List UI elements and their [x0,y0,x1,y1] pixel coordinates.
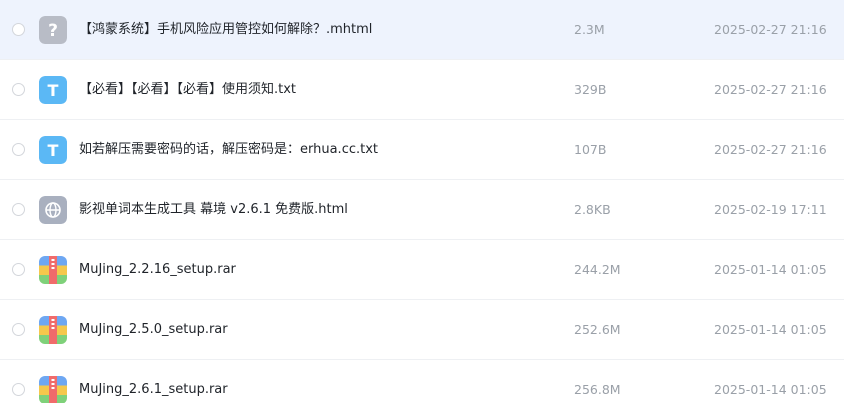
file-size: 244.2M [574,262,621,277]
file-name[interactable]: MuJing_2.6.1_setup.rar [79,381,228,399]
text-file-icon: T [39,136,67,164]
file-list: ? 【鸿蒙系统】手机风险应用管控如何解除？.mhtml 2.3M 2025-02… [0,0,844,403]
file-date: 2025-02-27 21:16 [714,142,827,157]
file-date: 2025-02-19 17:11 [714,202,827,217]
file-row[interactable]: T 如若解压需要密码的话，解压密码是：erhua.cc.txt 107B 202… [0,120,844,180]
archive-file-icon [39,256,67,284]
file-date: 2025-01-14 01:05 [714,382,827,397]
icon-glyph: T [48,141,59,160]
unknown-file-icon: ? [39,16,67,44]
file-row[interactable]: MuJing_2.6.1_setup.rar 256.8M 2025-01-14… [0,360,844,403]
file-name[interactable]: MuJing_2.2.16_setup.rar [79,261,236,279]
row-checkbox[interactable] [12,23,25,36]
file-row[interactable]: ? 【鸿蒙系统】手机风险应用管控如何解除？.mhtml 2.3M 2025-02… [0,0,844,60]
file-date: 2025-01-14 01:05 [714,262,827,277]
file-size: 2.8KB [574,202,611,217]
row-checkbox[interactable] [12,143,25,156]
web-file-icon [39,196,67,224]
file-row[interactable]: 影视单词本生成工具 幕境 v2.6.1 免费版.html 2.8KB 2025-… [0,180,844,240]
file-name[interactable]: 影视单词本生成工具 幕境 v2.6.1 免费版.html [79,201,348,219]
text-file-icon: T [39,76,67,104]
icon-glyph: T [48,81,59,100]
file-size: 107B [574,142,607,157]
file-date: 2025-02-27 21:16 [714,22,827,37]
file-row[interactable]: MuJing_2.5.0_setup.rar 252.6M 2025-01-14… [0,300,844,360]
file-size: 256.8M [574,382,621,397]
file-name[interactable]: 如若解压需要密码的话，解压密码是：erhua.cc.txt [79,141,378,159]
row-checkbox[interactable] [12,323,25,336]
file-row[interactable]: T 【必看】【必看】【必看】使用须知.txt 329B 2025-02-27 2… [0,60,844,120]
file-size: 2.3M [574,22,605,37]
file-date: 2025-02-27 21:16 [714,82,827,97]
archive-file-icon [39,376,67,403]
file-name[interactable]: 【必看】【必看】【必看】使用须知.txt [79,81,296,99]
file-date: 2025-01-14 01:05 [714,322,827,337]
archive-file-icon [39,316,67,344]
file-row[interactable]: MuJing_2.2.16_setup.rar 244.2M 2025-01-1… [0,240,844,300]
row-checkbox[interactable] [12,203,25,216]
row-checkbox[interactable] [12,383,25,396]
file-name[interactable]: 【鸿蒙系统】手机风险应用管控如何解除？.mhtml [79,21,372,39]
icon-glyph: ? [48,21,58,41]
file-name[interactable]: MuJing_2.5.0_setup.rar [79,321,228,339]
row-checkbox[interactable] [12,263,25,276]
file-size: 329B [574,82,607,97]
file-size: 252.6M [574,322,621,337]
row-checkbox[interactable] [12,83,25,96]
